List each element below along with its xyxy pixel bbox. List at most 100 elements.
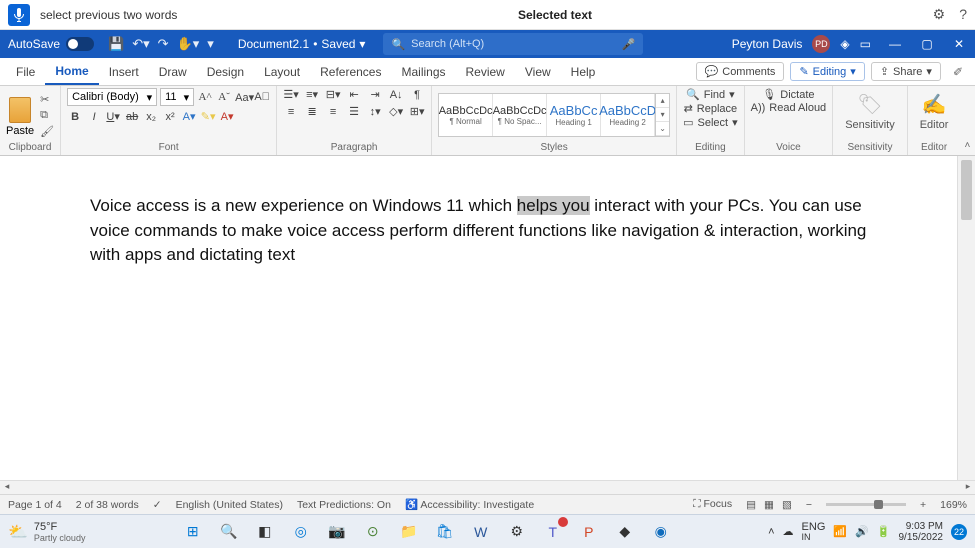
web-layout-icon[interactable]: ▧: [782, 499, 792, 511]
zoom-slider[interactable]: [826, 503, 906, 506]
tab-insert[interactable]: Insert: [99, 58, 149, 85]
change-case-icon[interactable]: Aa▾: [235, 91, 251, 104]
clear-format-icon[interactable]: A⃠: [254, 91, 270, 103]
tab-references[interactable]: References: [310, 58, 391, 85]
copy-icon[interactable]: ⧉: [40, 109, 54, 122]
user-name[interactable]: Peyton Davis: [732, 37, 803, 51]
cut-icon[interactable]: ✂: [40, 93, 54, 106]
sensitivity-button[interactable]: 🏷 Sensitivity: [839, 88, 901, 142]
italic-icon[interactable]: I: [86, 111, 102, 123]
volume-icon[interactable]: 🔊: [855, 525, 869, 538]
settings-icon[interactable]: ⚙: [504, 519, 530, 545]
tab-home[interactable]: Home: [45, 58, 98, 85]
bullets-icon[interactable]: ☰▾: [283, 88, 299, 101]
replace-button[interactable]: ⇄ Replace: [684, 102, 738, 115]
tab-layout[interactable]: Layout: [254, 58, 310, 85]
clock[interactable]: 9:03 PM 9/15/2022: [899, 521, 944, 543]
scroll-track[interactable]: [14, 481, 961, 494]
style-heading1[interactable]: AaBbCcHeading 1: [547, 94, 601, 136]
document-title[interactable]: Document2.1 • Saved ▾: [220, 37, 384, 51]
shading-icon[interactable]: ◇▾: [388, 105, 404, 118]
zoom-in-icon[interactable]: +: [920, 499, 926, 511]
tab-design[interactable]: Design: [197, 58, 254, 85]
focus-button[interactable]: ⛶ Focus: [693, 498, 732, 511]
qat-customize-icon[interactable]: ▾: [207, 36, 214, 52]
close-button[interactable]: ✕: [943, 37, 975, 51]
undo-icon[interactable]: ↶▾: [132, 36, 149, 52]
collapse-ribbon-icon[interactable]: ˄: [960, 86, 974, 155]
spellcheck-icon[interactable]: ✓: [153, 499, 162, 511]
comments-button[interactable]: 💬 Comments: [696, 62, 785, 81]
read-aloud-button[interactable]: A)) Read Aloud: [751, 102, 827, 114]
underline-icon[interactable]: U▾: [105, 110, 121, 123]
accessibility-indicator[interactable]: ♿ Accessibility: Investigate: [405, 498, 534, 511]
avatar[interactable]: PD: [812, 35, 830, 53]
style-gallery-more[interactable]: ▴▾⌄: [655, 94, 669, 136]
read-mode-icon[interactable]: ▤: [746, 499, 756, 511]
save-icon[interactable]: 💾: [108, 36, 124, 52]
editing-mode-button[interactable]: ✎ Editing ▾: [790, 62, 864, 81]
horizontal-scrollbar[interactable]: ◂ ▸: [0, 480, 975, 494]
style-gallery[interactable]: AaBbCcDc¶ Normal AaBbCcDc¶ No Spac... Aa…: [438, 93, 670, 137]
start-icon[interactable]: ⊞: [180, 519, 206, 545]
tab-file[interactable]: File: [6, 58, 45, 85]
grow-font-icon[interactable]: A^: [197, 91, 213, 103]
explorer-icon[interactable]: 📁: [396, 519, 422, 545]
toggle-icon[interactable]: [66, 37, 94, 51]
app-icon[interactable]: ◆: [612, 519, 638, 545]
document-page[interactable]: Voice access is a new experience on Wind…: [0, 156, 957, 480]
notification-badge[interactable]: 22: [951, 524, 967, 540]
scroll-right-icon[interactable]: ▸: [961, 481, 975, 494]
camera-icon[interactable]: 📷: [324, 519, 350, 545]
text-effects-icon[interactable]: A▾: [181, 110, 197, 123]
minimize-button[interactable]: —: [879, 37, 911, 51]
word-icon[interactable]: W: [468, 519, 494, 545]
language-indicator[interactable]: ENG IN: [802, 522, 826, 542]
vertical-scrollbar[interactable]: [957, 156, 975, 480]
task-view-icon[interactable]: ◧: [252, 519, 278, 545]
edge-icon[interactable]: ◎: [288, 519, 314, 545]
app-icon-2[interactable]: ◉: [648, 519, 674, 545]
font-color-icon[interactable]: A▾: [219, 110, 235, 123]
highlight-icon[interactable]: ✎▾: [200, 110, 216, 123]
style-heading2[interactable]: AaBbCcDHeading 2: [601, 94, 655, 136]
paragraph[interactable]: Voice access is a new experience on Wind…: [90, 194, 867, 268]
font-size-select[interactable]: 11▾: [160, 88, 194, 106]
tab-help[interactable]: Help: [561, 58, 606, 85]
multilevel-icon[interactable]: ⊟▾: [325, 88, 341, 101]
zoom-level[interactable]: 169%: [940, 499, 967, 511]
strikethrough-icon[interactable]: ab: [124, 111, 140, 123]
justify-icon[interactable]: ☰: [346, 105, 362, 118]
align-right-icon[interactable]: ≡: [325, 106, 341, 118]
dictate-button[interactable]: 🎙 Dictate: [762, 88, 814, 101]
paste-button[interactable]: Paste: [6, 93, 34, 137]
microphone-icon[interactable]: [8, 4, 30, 26]
select-button[interactable]: ▭ Select ▾: [683, 116, 738, 129]
page-indicator[interactable]: Page 1 of 4: [8, 499, 62, 511]
numbering-icon[interactable]: ≡▾: [304, 88, 320, 101]
store-icon[interactable]: 🛍: [432, 519, 458, 545]
font-name-select[interactable]: Calibri (Body)▾: [67, 88, 157, 106]
present-icon[interactable]: ▭: [860, 37, 871, 51]
zoom-out-icon[interactable]: −: [806, 499, 812, 511]
language-indicator[interactable]: English (United States): [176, 499, 283, 511]
editor-button[interactable]: ✍ Editor: [914, 88, 955, 142]
diamond-icon[interactable]: ◈: [840, 37, 849, 51]
increase-indent-icon[interactable]: ⇥: [367, 88, 383, 101]
align-center-icon[interactable]: ≣: [304, 105, 320, 118]
tab-review[interactable]: Review: [456, 58, 515, 85]
format-painter-icon[interactable]: 🖌: [40, 125, 54, 138]
tab-draw[interactable]: Draw: [149, 58, 197, 85]
scroll-thumb[interactable]: [961, 160, 972, 220]
battery-icon[interactable]: 🔋: [877, 525, 891, 538]
sort-icon[interactable]: A↓: [388, 89, 404, 101]
superscript-icon[interactable]: x²: [162, 111, 178, 123]
tray-chevron-icon[interactable]: ˄: [768, 526, 774, 538]
share-button[interactable]: ⇪ Share ▾: [871, 62, 941, 81]
pilcrow-icon[interactable]: ¶: [409, 89, 425, 101]
powerpoint-icon[interactable]: P: [576, 519, 602, 545]
tab-view[interactable]: View: [515, 58, 561, 85]
scroll-left-icon[interactable]: ◂: [0, 481, 14, 494]
autosave-toggle[interactable]: AutoSave: [0, 37, 102, 51]
subscript-icon[interactable]: x₂: [143, 111, 159, 123]
